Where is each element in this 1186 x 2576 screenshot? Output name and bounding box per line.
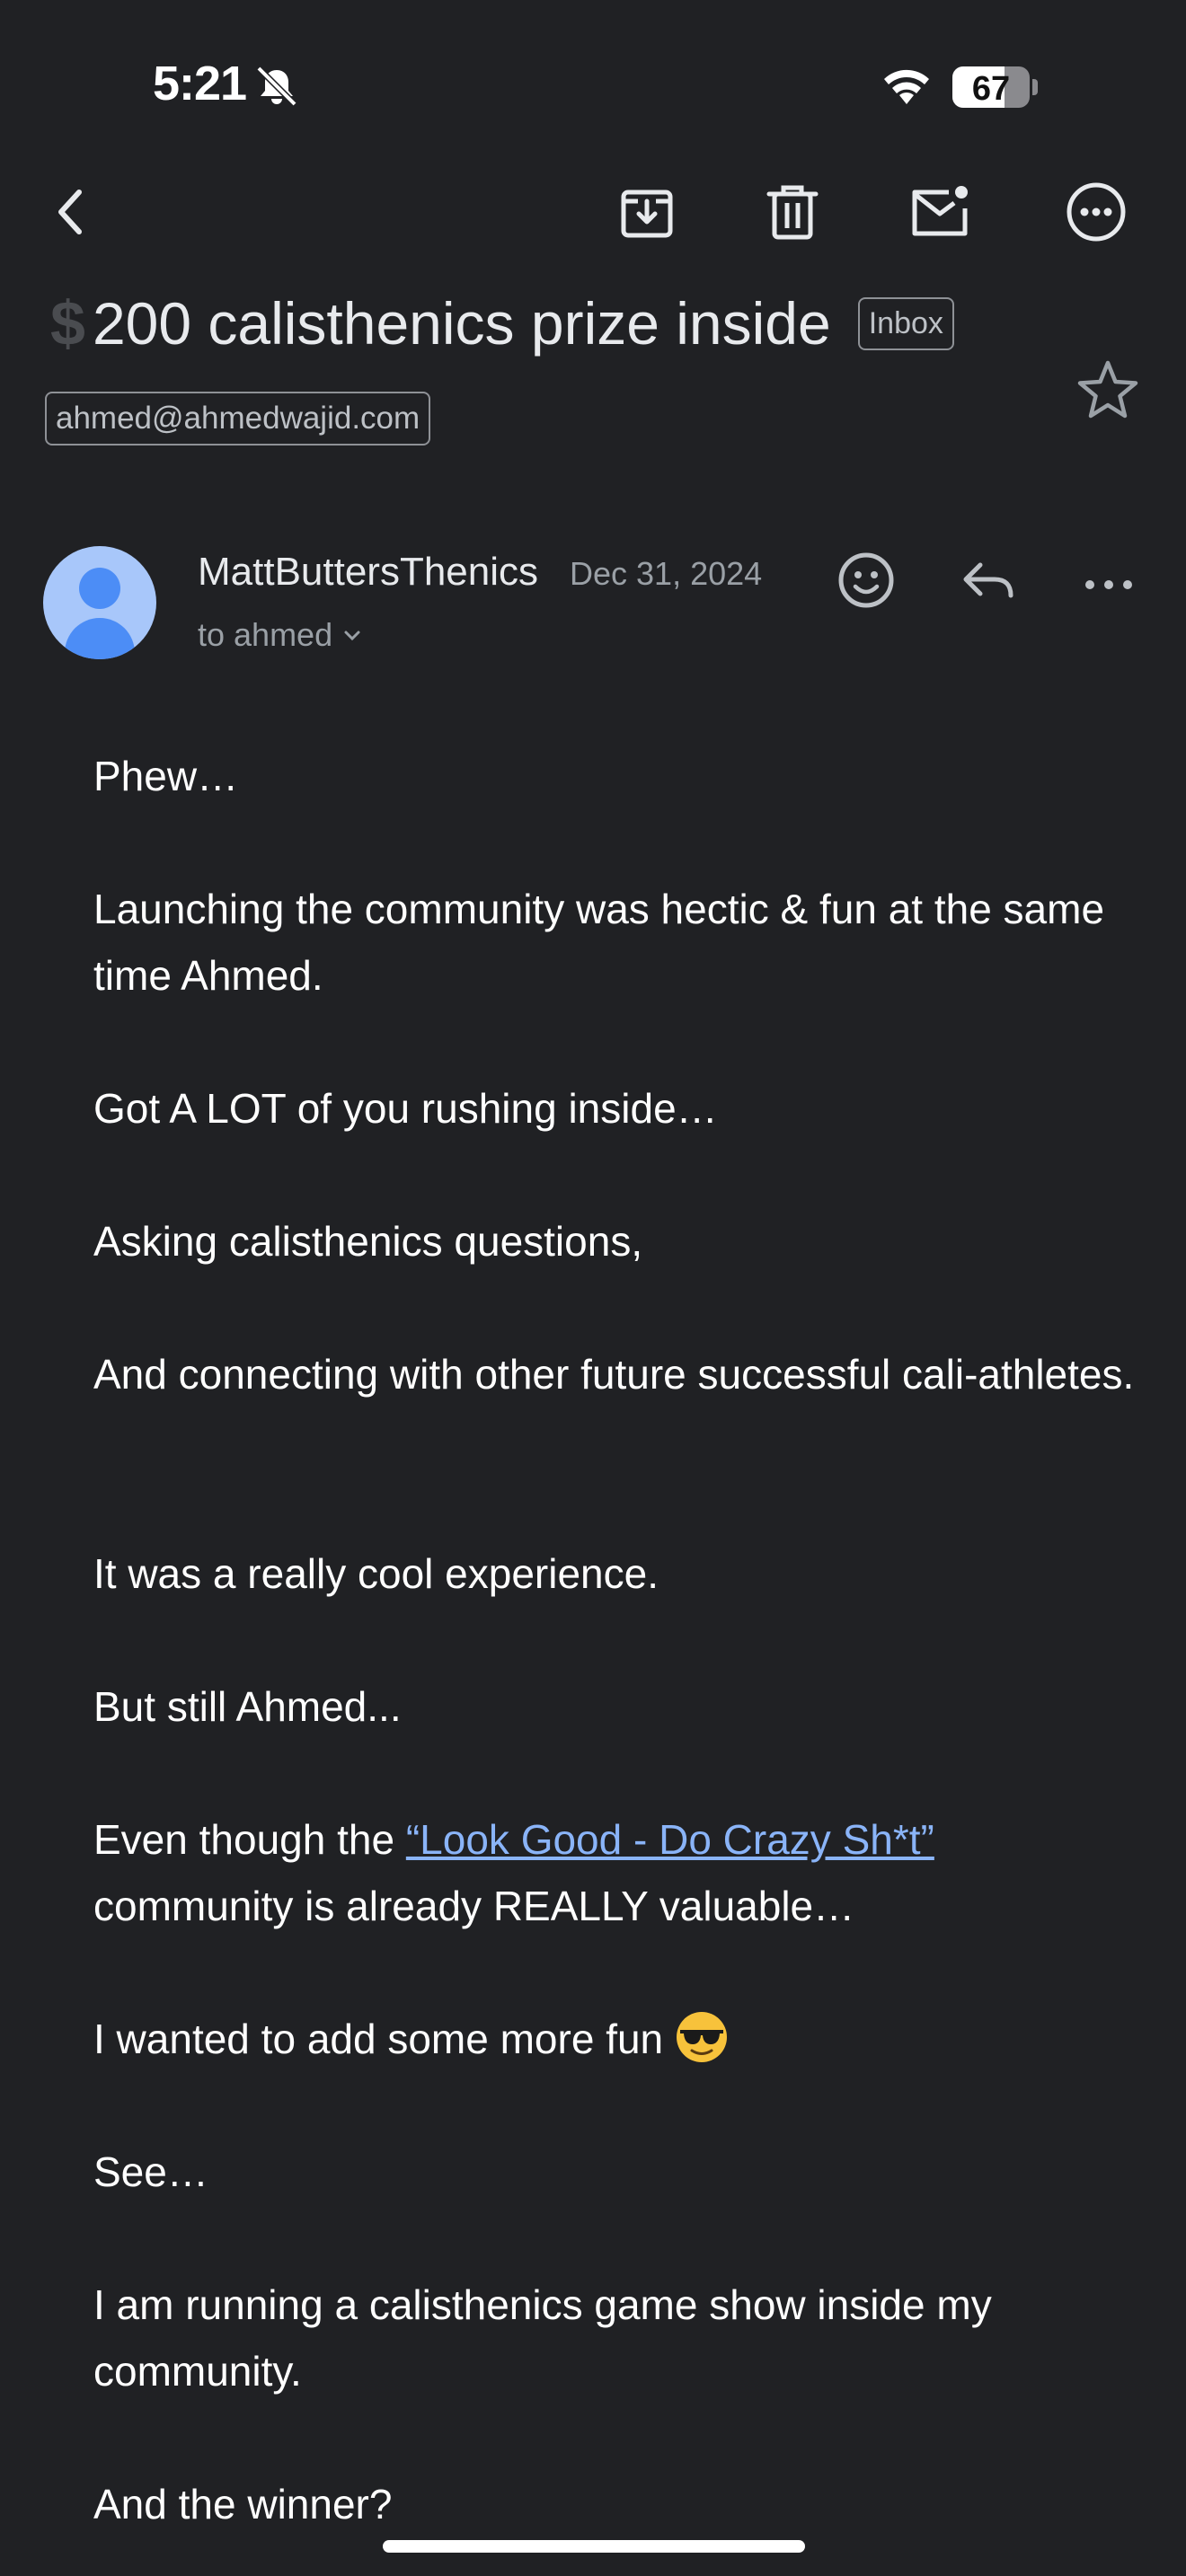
avatar-body bbox=[65, 618, 135, 659]
body-paragraph-7: But still Ahmed... bbox=[93, 1683, 402, 1730]
status-time: 5:21 bbox=[153, 57, 247, 110]
wifi-icon bbox=[884, 69, 929, 104]
body-paragraph-5: And connecting with other future success… bbox=[93, 1351, 1135, 1398]
chevron-down-icon bbox=[344, 631, 360, 641]
body-paragraph-2: Launching the community was hectic & fun… bbox=[93, 886, 1105, 999]
body-paragraph-9: I wanted to add some more fun bbox=[93, 2006, 1136, 2072]
add-reaction-button[interactable] bbox=[830, 544, 902, 616]
body-paragraph-1: Phew… bbox=[93, 753, 239, 799]
reply-button[interactable] bbox=[952, 544, 1024, 616]
star-icon[interactable] bbox=[1075, 357, 1141, 422]
sender-name[interactable]: MattButtersThenics bbox=[198, 550, 538, 595]
more-horizontal-icon bbox=[1085, 580, 1132, 589]
body-paragraph-9-text: I wanted to add some more fun bbox=[93, 2016, 675, 2062]
sender-avatar[interactable] bbox=[43, 546, 156, 659]
body-paragraph-8: Even though the “Look Good - Do Crazy Sh… bbox=[93, 1806, 1136, 1939]
subject-row: $ 200 calisthenics prize inside Inbox bbox=[50, 287, 954, 359]
home-indicator[interactable] bbox=[383, 2540, 805, 2553]
more-options-button[interactable] bbox=[1060, 176, 1132, 248]
battery-percent: 67 bbox=[971, 70, 1011, 108]
more-horizontal-circle-icon bbox=[1067, 182, 1126, 242]
mark-unread-icon bbox=[912, 186, 968, 236]
battery-icon: 67 bbox=[952, 66, 1030, 108]
back-button[interactable] bbox=[36, 176, 108, 248]
recipient-address-chip[interactable]: ahmed@ahmedwajid.com bbox=[45, 392, 431, 446]
message-more-button[interactable] bbox=[1073, 544, 1145, 616]
bell-slash-icon bbox=[256, 66, 297, 106]
sunglasses-emoji-icon bbox=[676, 2012, 727, 2062]
body-paragraph-6: It was a really cool experience. bbox=[93, 1550, 659, 1597]
to-line-text: to ahmed bbox=[198, 616, 333, 653]
inbox-label-chip[interactable]: Inbox bbox=[857, 296, 954, 350]
archive-icon bbox=[621, 190, 673, 238]
archive-button[interactable] bbox=[611, 176, 683, 248]
back-arrow-icon bbox=[58, 190, 82, 234]
mark-unread-button[interactable] bbox=[904, 176, 976, 248]
email-subject: 200 calisthenics prize inside bbox=[92, 290, 831, 357]
body-paragraph-4: Asking calisthenics questions, bbox=[93, 1218, 643, 1265]
body-paragraph-11: I am running a calisthenics game show in… bbox=[93, 2281, 992, 2395]
body-paragraph-12: And the winner? bbox=[93, 2481, 393, 2527]
body-paragraph-10: See… bbox=[93, 2148, 208, 2195]
body-paragraph-8-end: community is already REALLY valuable… bbox=[93, 1883, 855, 1929]
email-date: Dec 31, 2024 bbox=[570, 555, 763, 592]
reply-icon bbox=[963, 562, 1013, 598]
recipients-toggle[interactable]: to ahmed bbox=[198, 616, 365, 654]
delete-button[interactable] bbox=[757, 176, 828, 248]
avatar-head bbox=[79, 568, 120, 609]
subject-prefix: $ bbox=[50, 288, 85, 358]
battery-cap bbox=[1032, 79, 1038, 95]
emoji-smile-icon bbox=[838, 552, 894, 608]
body-paragraph-3: Got A LOT of you rushing inside… bbox=[93, 1085, 718, 1132]
body-paragraph-8-start: Even though the bbox=[93, 1816, 406, 1863]
trash-icon bbox=[766, 185, 819, 240]
community-link[interactable]: “Look Good - Do Crazy Sh*t” bbox=[406, 1816, 934, 1863]
